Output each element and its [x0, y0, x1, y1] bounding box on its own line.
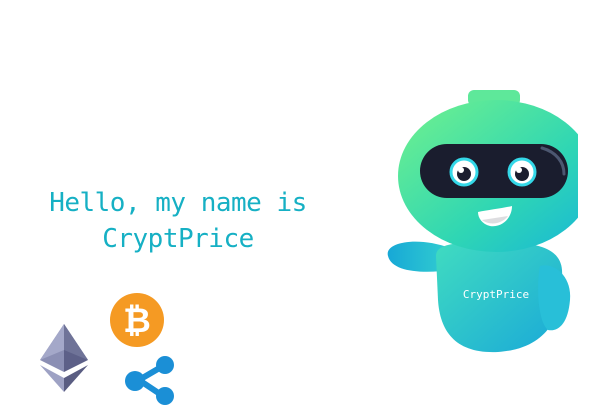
splash-screen: Hello, my name is CryptPrice ₿ CryptPric… [0, 0, 606, 415]
bitcoin-icon: ₿ [110, 293, 164, 347]
ethereum-icon [40, 324, 88, 392]
ripple-icon [125, 356, 174, 405]
greeting-line-1: Hello, my name is [49, 188, 307, 218]
robot-right-arm [538, 265, 571, 331]
robot-chest-label: CryptPrice [463, 288, 529, 301]
greeting-text: Hello, my name is CryptPrice [48, 185, 308, 257]
robot-visor [420, 144, 568, 198]
svg-text:₿: ₿ [123, 301, 151, 341]
app-name: CryptPrice [102, 224, 254, 254]
robot-mascot: CryptPrice [387, 90, 578, 353]
